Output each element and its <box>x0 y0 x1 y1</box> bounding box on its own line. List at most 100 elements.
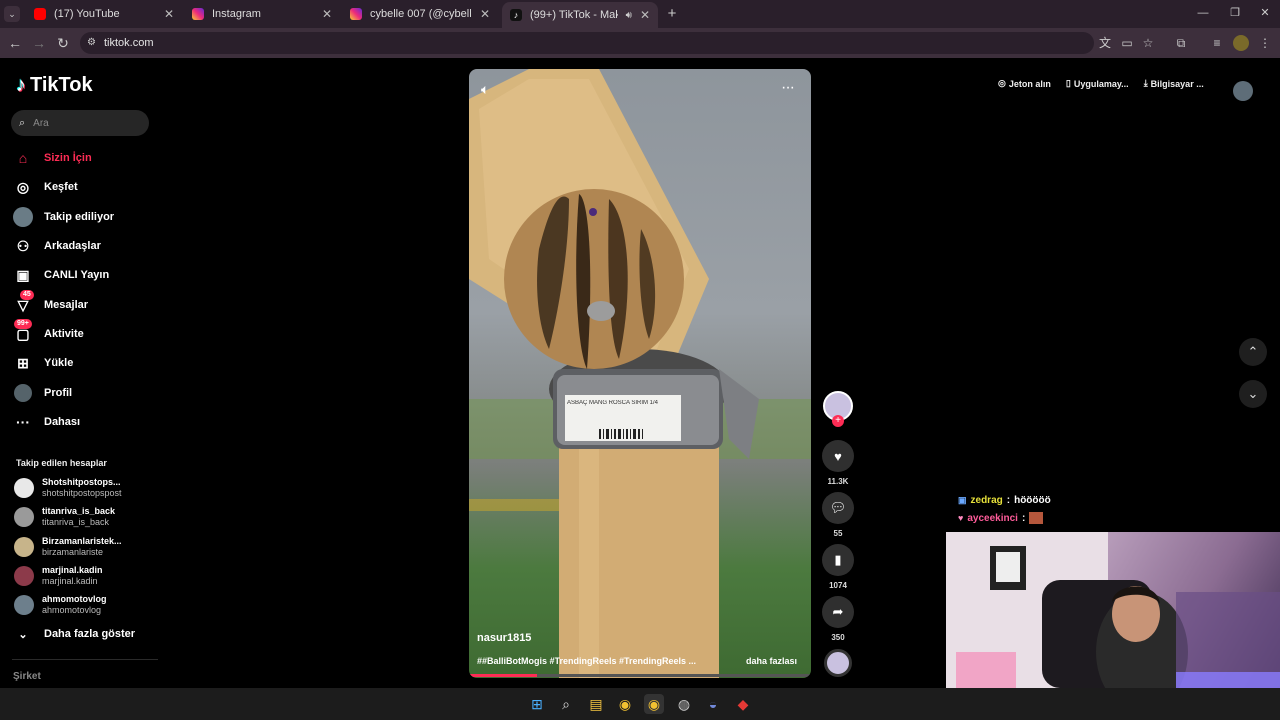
home-icon: ⌂ <box>18 150 28 166</box>
nav-item-more[interactable]: ··· Dahası <box>12 411 80 433</box>
nav-item-messages[interactable]: ▽ 45 Mesajlar <box>12 290 89 316</box>
see-more-link[interactable]: daha fazlası <box>746 656 797 666</box>
chat-badge-icon: ♥ <box>958 513 964 523</box>
app-icon[interactable]: ◆ <box>733 694 753 714</box>
previous-video-button[interactable]: ⌃ <box>1239 338 1267 366</box>
show-more-label: Daha fazla göster <box>44 628 136 640</box>
follow-plus-icon[interactable]: + <box>832 415 844 427</box>
instagram-icon <box>350 8 362 20</box>
extensions-icon[interactable]: ⧉ <box>1172 34 1190 52</box>
nav-item-explore[interactable]: ◎ Keşfet <box>12 176 78 198</box>
like-button[interactable]: ♥ <box>822 440 854 472</box>
close-tab-icon[interactable]: ✕ <box>640 8 650 22</box>
search-icon[interactable]: ⌕ <box>556 694 576 714</box>
chrome-icon[interactable]: ◉ <box>615 694 635 714</box>
profile-avatar[interactable] <box>1233 35 1249 51</box>
sound-disc-icon[interactable] <box>824 649 852 677</box>
desktop-app-button[interactable]: ⤓ Bilgisayar ... <box>1144 78 1204 89</box>
phone-icon: ▯ <box>1065 78 1071 88</box>
windows-start-icon[interactable]: ⊞ <box>527 694 547 714</box>
friends-icon: ⚇ <box>16 237 30 254</box>
browser-tab-instagram-profile[interactable]: cybelle 007 (@cybellegucluer) • ✕ <box>342 4 498 24</box>
nav-label: Mesajlar <box>44 299 89 311</box>
browser-menu-icon[interactable]: ⋮ <box>1256 34 1274 52</box>
close-tab-icon[interactable]: ✕ <box>164 7 174 21</box>
reload-icon[interactable]: ↻ <box>54 34 72 52</box>
nav-item-following[interactable]: Takip ediliyor <box>12 206 114 228</box>
avatar <box>14 566 34 586</box>
like-count: 11.3K <box>827 477 849 486</box>
coin-icon: ◎ <box>998 78 1006 88</box>
video-player[interactable]: 🔈︎ ··· ASBAÇ MANG ROSCA SIRIM 1/4 nasur1… <box>469 69 811 678</box>
browser-tab-instagram[interactable]: Instagram ✕ <box>184 4 340 24</box>
company-link[interactable]: Şirket <box>13 671 41 682</box>
file-explorer-icon[interactable]: ▤ <box>586 694 606 714</box>
forward-arrow-icon[interactable]: → <box>30 34 48 52</box>
next-video-button[interactable]: ⌄ <box>1239 380 1267 408</box>
nav-item-activity[interactable]: ▢ 99+ Aktivite <box>12 319 84 345</box>
chat-colon: : <box>1006 495 1011 506</box>
chrome-active-icon[interactable]: ◉ <box>644 694 664 714</box>
save-button[interactable]: ▮ <box>822 544 854 576</box>
video-author[interactable]: nasur1815 <box>477 632 531 644</box>
maximize-button[interactable]: ❐ <box>1228 6 1242 20</box>
nav-item-live[interactable]: ▣ CANLI Yayın <box>12 264 109 286</box>
new-tab-button[interactable]: + <box>664 6 680 22</box>
nav-label: Sizin İçin <box>44 152 92 164</box>
tab-list-dropdown-button[interactable]: ⌄ <box>4 6 20 22</box>
close-window-button[interactable]: ✕ <box>1258 6 1272 20</box>
bookmark-star-icon[interactable]: ☆ <box>1139 34 1157 52</box>
mute-icon[interactable]: 🔈︎ <box>481 81 489 98</box>
browser-tab-youtube[interactable]: (17) YouTube ✕ <box>26 4 182 24</box>
tab-title: Instagram <box>212 8 261 20</box>
following-account[interactable]: titanriva_is_back titanriva_is_back <box>14 506 115 528</box>
youtube-icon <box>34 8 46 20</box>
following-account[interactable]: ahmomotovlog ahmomotovlog <box>14 594 107 616</box>
video-options-icon[interactable]: ··· <box>781 79 795 97</box>
save-count: 1074 <box>829 581 847 590</box>
following-account[interactable]: Birzamanlaristek... birzamanlariste <box>14 536 122 558</box>
chat-colon: : <box>1021 512 1026 524</box>
account-name: ahmomotovlog <box>42 594 107 604</box>
progress-fill <box>469 674 538 677</box>
progress-track[interactable] <box>469 674 811 677</box>
minimize-button[interactable]: — <box>1196 6 1210 20</box>
label-text: ASBAÇ MANG ROSCA SIRIM 1/4 <box>567 400 659 406</box>
media-control-icon[interactable]: ≡ <box>1208 34 1226 52</box>
close-tab-icon[interactable]: ✕ <box>322 7 332 21</box>
account-username: titanriva_is_back <box>42 517 110 527</box>
messages-badge: 45 <box>20 290 34 300</box>
close-tab-icon[interactable]: ✕ <box>480 7 490 21</box>
nav-item-for-you[interactable]: ⌂ Sizin İçin <box>12 147 92 169</box>
get-app-button[interactable]: ▯ Uygulamay... <box>1066 78 1129 89</box>
nav-item-profile[interactable]: Profil <box>12 382 72 404</box>
nav-label: Takip ediliyor <box>44 211 115 223</box>
cast-icon[interactable]: ▭ <box>1118 34 1136 52</box>
following-account[interactable]: marjinal.kadin marjinal.kadin <box>14 565 103 587</box>
translate-icon[interactable]: 文 <box>1096 34 1114 52</box>
browser-tab-tiktok[interactable]: ♪ (99+) TikTok - Make Your Da 🔊︎ ✕ <box>502 2 658 28</box>
search-placeholder: Ara <box>33 117 49 129</box>
taskbar <box>0 688 1280 720</box>
nav-item-friends[interactable]: ⚇ Arkadaşlar <box>12 235 101 257</box>
speaker-icon[interactable]: 🔊︎ <box>626 10 632 21</box>
address-bar[interactable]: ⚙ tiktok.com <box>80 32 1094 54</box>
obs-icon[interactable]: ◍ <box>674 694 694 714</box>
show-more-button[interactable]: ⌄ Daha fazla göster <box>12 623 135 645</box>
tiktok-logo[interactable]: ♪ TikTok <box>16 74 93 97</box>
back-arrow-icon[interactable]: ← <box>6 34 24 52</box>
discord-icon[interactable]: ◒ <box>703 694 723 714</box>
nav-label: CANLI Yayın <box>44 269 110 281</box>
nav-item-upload[interactable]: ⊞ Yükle <box>12 352 73 374</box>
get-coins-button[interactable]: ◎ Jeton alın <box>998 78 1051 89</box>
profile-icon <box>12 382 34 404</box>
search-input[interactable]: ⌕ Ara <box>11 110 149 136</box>
following-account[interactable]: Shotshitpostops... shotshitpostopspost <box>14 477 122 499</box>
comment-button[interactable]: 💬︎ <box>822 492 854 524</box>
site-info-icon[interactable]: ⚙ <box>87 32 96 54</box>
avatar <box>14 537 34 557</box>
user-avatar[interactable] <box>1233 81 1253 101</box>
heart-icon: ♥ <box>834 448 842 464</box>
chevron-up-icon: ⌃ <box>1247 344 1259 359</box>
share-button[interactable]: ➦ <box>822 596 854 628</box>
